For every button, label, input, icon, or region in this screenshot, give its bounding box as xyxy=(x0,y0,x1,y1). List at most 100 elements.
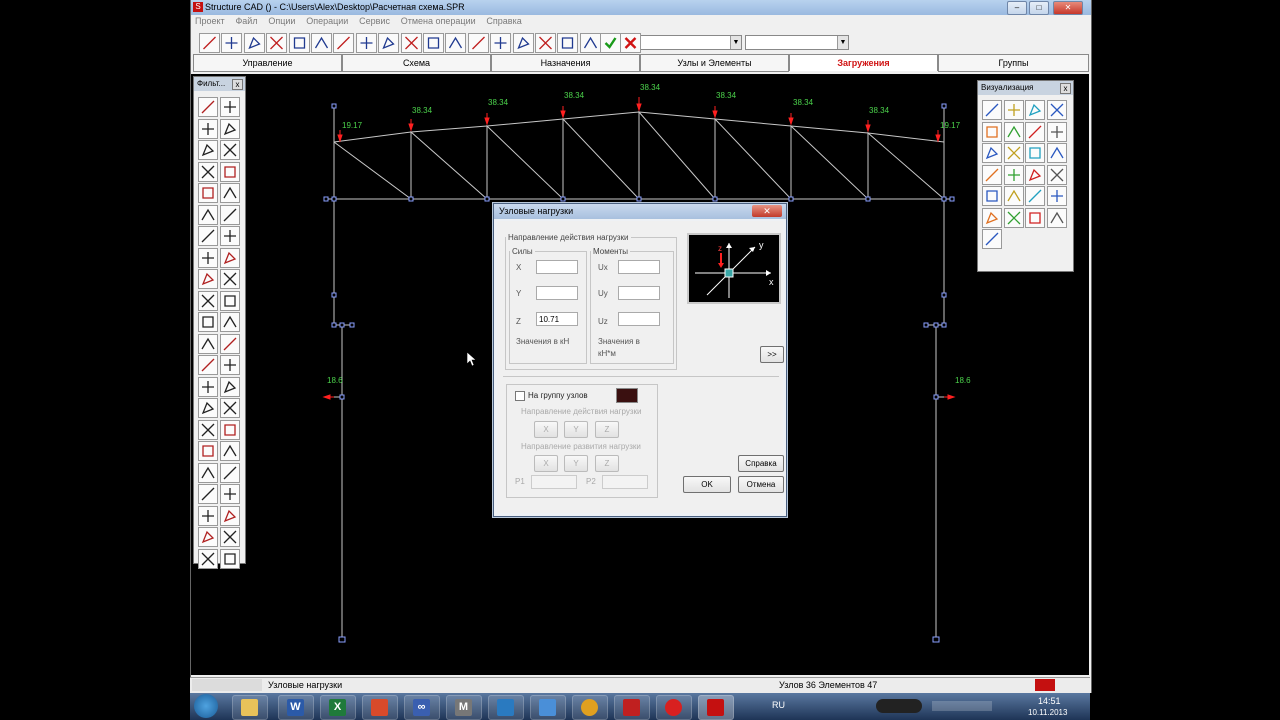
rotate-icon[interactable] xyxy=(266,33,288,53)
ruler-icon[interactable] xyxy=(333,33,355,53)
palette-tool-icon[interactable] xyxy=(220,333,240,354)
palette-tool-icon[interactable] xyxy=(220,527,240,547)
palette-tool-icon[interactable] xyxy=(220,97,240,117)
group-direction-x-button[interactable]: X xyxy=(534,421,558,438)
maximize-button[interactable]: □ xyxy=(1029,1,1049,15)
palette-tool-icon[interactable] xyxy=(220,247,240,268)
table-icon[interactable] xyxy=(490,33,512,53)
visualization-tool-icon[interactable] xyxy=(982,100,1002,120)
tab-assignments[interactable]: Назначения xyxy=(491,54,640,72)
palette-tool-icon[interactable] xyxy=(198,419,218,440)
edit-icon[interactable] xyxy=(288,33,310,53)
visualization-tool-icon[interactable] xyxy=(1046,100,1067,120)
palette-tool-icon[interactable] xyxy=(198,355,218,375)
group-distribution-z-button[interactable]: Z xyxy=(595,455,619,472)
uy-moment-input[interactable] xyxy=(618,286,660,300)
palette-tool-icon[interactable] xyxy=(198,398,218,418)
palette-tool-icon[interactable] xyxy=(198,204,218,225)
palette-tool-icon[interactable] xyxy=(220,398,240,418)
palette-tool-icon[interactable] xyxy=(220,183,240,203)
p2-input[interactable] xyxy=(602,475,648,489)
recorder-widget[interactable] xyxy=(876,699,922,713)
help-button[interactable]: Справка xyxy=(738,455,784,472)
down-icon[interactable] xyxy=(423,33,444,53)
palette-tool-icon[interactable] xyxy=(220,118,240,139)
palette-tool-icon[interactable] xyxy=(198,247,218,268)
tab-nodes-elements[interactable]: Узлы и Элементы xyxy=(640,54,789,72)
taskbar-chrome[interactable] xyxy=(572,695,608,720)
menu-help[interactable]: Справка xyxy=(482,15,525,27)
group-distribution-y-button[interactable]: Y xyxy=(564,455,588,472)
copy-icon[interactable] xyxy=(400,33,422,53)
palette-tool-icon[interactable] xyxy=(220,548,240,569)
taskbar-excel[interactable]: X xyxy=(320,695,356,720)
visualization-tool-icon[interactable] xyxy=(982,121,1002,142)
visualization-tool-icon[interactable] xyxy=(982,164,1002,185)
minimize-button[interactable]: – xyxy=(1007,1,1027,15)
palette-tool-icon[interactable] xyxy=(220,140,240,160)
palette-tool-icon[interactable] xyxy=(220,226,240,246)
palette-tool-icon[interactable] xyxy=(198,527,218,547)
check-icon[interactable] xyxy=(600,33,621,53)
taskbar-app-1[interactable] xyxy=(362,695,398,720)
z-force-input[interactable]: 10.71 xyxy=(536,312,578,326)
palette-tool-icon[interactable] xyxy=(198,441,218,461)
palette-tool-icon[interactable] xyxy=(198,118,218,139)
ok-button[interactable]: OK xyxy=(683,476,731,493)
load-case-combo[interactable]: ▼ xyxy=(636,35,742,50)
visualization-tool-icon[interactable] xyxy=(1046,207,1067,228)
taskbar-app-6[interactable] xyxy=(656,695,692,720)
visualization-tool-icon[interactable] xyxy=(1025,207,1045,228)
group-distribution-x-button[interactable]: X xyxy=(534,455,558,472)
palette-tool-icon[interactable] xyxy=(198,333,218,354)
palette-tool-icon[interactable] xyxy=(220,312,240,332)
align-icon[interactable] xyxy=(467,33,489,53)
palette-tool-icon[interactable] xyxy=(220,484,240,504)
y-force-input[interactable] xyxy=(536,286,578,300)
menu-operations[interactable]: Операции xyxy=(302,15,352,27)
visualization-tool-icon[interactable] xyxy=(1003,207,1024,228)
tab-control[interactable]: Управление xyxy=(193,54,342,72)
visualization-tool-icon[interactable] xyxy=(982,143,1002,163)
visualization-tool-icon[interactable] xyxy=(1003,186,1024,206)
palette-tool-icon[interactable] xyxy=(198,226,218,246)
save-icon[interactable] xyxy=(579,33,601,53)
group-select-icon[interactable] xyxy=(616,388,638,403)
palette-tool-icon[interactable] xyxy=(198,290,218,311)
visualization-tool-icon[interactable] xyxy=(1003,100,1024,120)
visualization-tool-icon[interactable] xyxy=(1003,143,1024,163)
palette-tool-icon[interactable] xyxy=(220,204,240,225)
palette-tool-icon[interactable] xyxy=(198,161,218,182)
tool-icon[interactable] xyxy=(199,33,220,53)
language-indicator[interactable]: RU xyxy=(772,700,785,710)
taskbar-app-5[interactable] xyxy=(530,695,566,720)
palette-tool-icon[interactable] xyxy=(220,462,240,483)
tab-groups[interactable]: Группы xyxy=(938,54,1089,72)
visualization-tool-icon[interactable] xyxy=(1046,143,1067,163)
taskbar-app-4[interactable] xyxy=(488,695,524,720)
list-icon[interactable] xyxy=(512,33,534,53)
visualization-tool-icon[interactable] xyxy=(982,207,1002,228)
arrow-icon[interactable] xyxy=(378,33,400,53)
zero-icon[interactable] xyxy=(355,33,377,53)
p1-input[interactable] xyxy=(531,475,577,489)
stack-icon[interactable] xyxy=(535,33,556,53)
filter-combo[interactable]: ▼ xyxy=(745,35,849,50)
menu-options[interactable]: Опции xyxy=(264,15,299,27)
palette-tool-icon[interactable] xyxy=(198,376,218,397)
visualization-tool-icon[interactable] xyxy=(1046,186,1067,206)
refresh-icon[interactable] xyxy=(557,33,579,53)
visualization-tool-icon[interactable] xyxy=(1025,121,1045,142)
palette-tool-icon[interactable] xyxy=(198,462,218,483)
palette-tool-icon[interactable] xyxy=(198,97,218,117)
visualization-tool-icon[interactable] xyxy=(1003,164,1024,185)
palette-tool-icon[interactable] xyxy=(198,548,218,569)
taskbar-app-2[interactable]: ∞ xyxy=(404,695,440,720)
ux-moment-input[interactable] xyxy=(618,260,660,274)
palette-tool-icon[interactable] xyxy=(220,505,240,526)
taskbar-structure-cad[interactable] xyxy=(698,695,734,720)
uz-moment-input[interactable] xyxy=(618,312,660,326)
cross-icon[interactable] xyxy=(620,33,641,53)
menu-undo[interactable]: Отмена операции xyxy=(397,15,480,27)
group-direction-z-button[interactable]: Z xyxy=(595,421,619,438)
